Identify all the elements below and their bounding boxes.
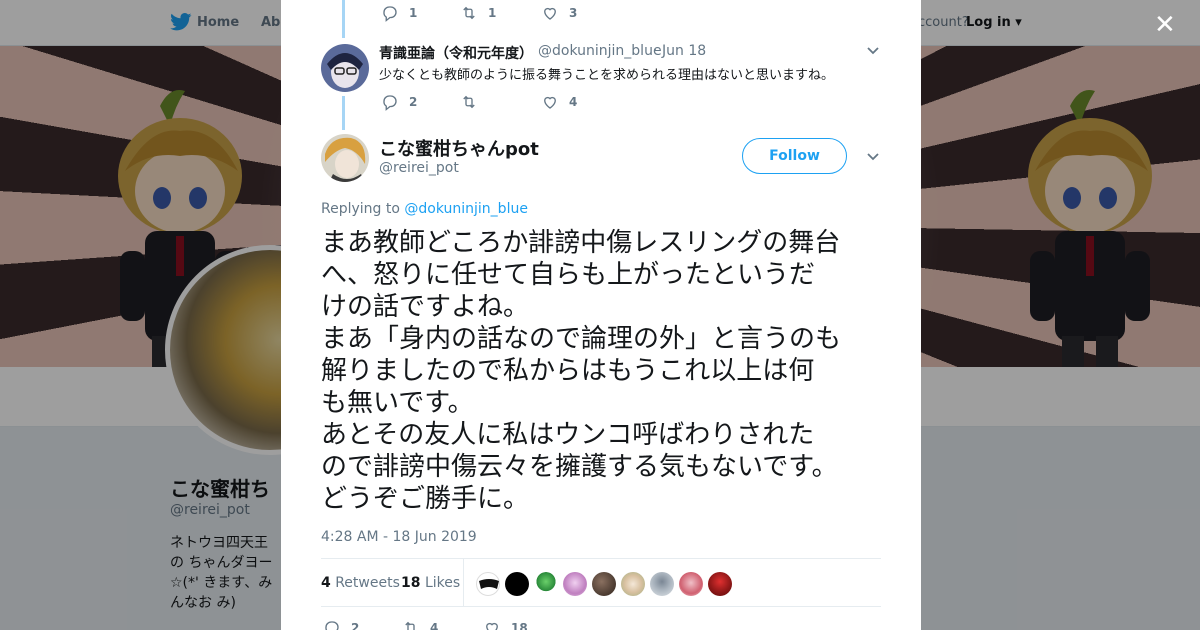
reply-reply-action[interactable]: 2	[381, 93, 417, 111]
prev-retweet-action[interactable]: 1	[460, 4, 496, 22]
prev-retweet-count: 1	[488, 6, 497, 20]
liker-avatar[interactable]	[563, 572, 587, 596]
main-author-name[interactable]: こな蜜柑ちゃんpot	[379, 135, 539, 161]
prev-like-count: 3	[569, 6, 578, 20]
retweet-icon	[405, 621, 415, 630]
reply-like-action[interactable]: 4	[541, 93, 577, 111]
main-like-count: 18	[511, 621, 528, 630]
main-retweet-action[interactable]: 4	[402, 619, 438, 630]
tweet-line: けの話ですよね。	[321, 292, 530, 322]
prev-reply-count: 1	[409, 6, 418, 20]
main-retweet-count: 4	[430, 621, 439, 630]
prev-reply-action[interactable]: 1	[381, 4, 417, 22]
liker-avatar[interactable]	[505, 572, 529, 596]
follow-button[interactable]: Follow	[742, 138, 847, 174]
reply-author-name[interactable]: 青識亜論（令和元年度）	[379, 43, 533, 63]
reply-date[interactable]: Jun 18	[662, 43, 706, 59]
main-reply-action[interactable]: 2	[323, 619, 359, 630]
reply-author-handle[interactable]: @dokuninjin_blue	[538, 43, 662, 59]
main-reply-count: 2	[351, 621, 360, 630]
heart-icon	[486, 622, 498, 630]
likes-count: 18	[401, 575, 421, 591]
liker-avatar[interactable]	[534, 572, 558, 596]
liker-avatar[interactable]	[650, 572, 674, 596]
retweets-stat[interactable]: 4 Retweets	[321, 575, 400, 591]
retweets-count: 4	[321, 575, 331, 591]
replying-mention-link[interactable]: @dokuninjin_blue	[404, 201, 528, 217]
main-tweet-text: まあ教師どころか誹謗中傷レスリングの舞台 へ、怒りに任せて自らも上がったというだ…	[321, 227, 886, 515]
retweet-icon	[463, 95, 475, 109]
main-like-action[interactable]: 18	[483, 619, 528, 630]
likes-stat[interactable]: 18 Likes	[401, 575, 460, 591]
tweet-line: へ、怒りに任せて自らも上がったというだ	[321, 260, 816, 290]
retweet-icon	[463, 6, 475, 20]
likes-label: Likes	[424, 575, 461, 591]
main-author-handle[interactable]: @reirei_pot	[379, 160, 459, 176]
tweet-line: まあ「身内の話なので論理の外」と言うのも	[321, 324, 842, 354]
reply-reply-count: 2	[409, 95, 418, 109]
tweet-line: も無いです。	[321, 388, 474, 418]
reply-author-avatar[interactable]	[321, 44, 369, 92]
replying-to: Replying to @dokuninjin_blue	[321, 201, 528, 217]
liker-avatar[interactable]	[621, 572, 645, 596]
liker-avatar[interactable]	[708, 572, 732, 596]
liker-avatar[interactable]	[476, 572, 500, 596]
thread-line	[342, 0, 345, 38]
tweet-line: 解りましたので私からはもうこれ以上は何	[321, 356, 815, 386]
retweets-label: Retweets	[335, 575, 400, 591]
chevron-down-icon[interactable]	[866, 44, 880, 58]
reply-icon	[325, 621, 339, 630]
heart-icon	[544, 7, 556, 20]
tweet-line: どうぞご勝手に。	[321, 484, 530, 514]
thread-line	[342, 96, 345, 130]
prev-like-action[interactable]: 3	[541, 4, 577, 22]
heart-icon	[544, 96, 556, 109]
reply-like-count: 4	[569, 95, 578, 109]
tweet-stats: 4 Retweets 18 Likes	[321, 558, 881, 607]
reply-icon	[383, 6, 397, 22]
tweet-timestamp[interactable]: 4:28 AM - 18 Jun 2019	[321, 529, 477, 545]
liker-avatar[interactable]	[592, 572, 616, 596]
reply-retweet-action[interactable]	[460, 93, 488, 111]
reply-separator: ·	[653, 43, 658, 59]
likers-avatars	[476, 572, 732, 596]
replying-prefix: Replying to	[321, 201, 400, 217]
stats-divider	[463, 559, 464, 607]
liker-avatar[interactable]	[679, 572, 703, 596]
reply-icon	[383, 95, 397, 111]
tweet-line: まあ教師どころか誹謗中傷レスリングの舞台	[321, 228, 841, 258]
tweet-line: ので誹謗中傷云々を擁護する気もないです。	[321, 452, 838, 482]
chevron-down-icon[interactable]	[866, 150, 880, 164]
reply-text: 少なくとも教師のように振る舞うことを求められる理由はないと思いますね。	[379, 68, 835, 83]
main-author-avatar[interactable]	[321, 134, 369, 182]
tweet-line: あとその友人に私はウンコ呼ばわりされた	[321, 420, 815, 450]
close-icon[interactable]: ✕	[1154, 12, 1176, 38]
tweet-permalink-modal: 1 1 3 青識亜論（令和元年度） @dokuninjin_blue · Jun…	[281, 0, 921, 630]
